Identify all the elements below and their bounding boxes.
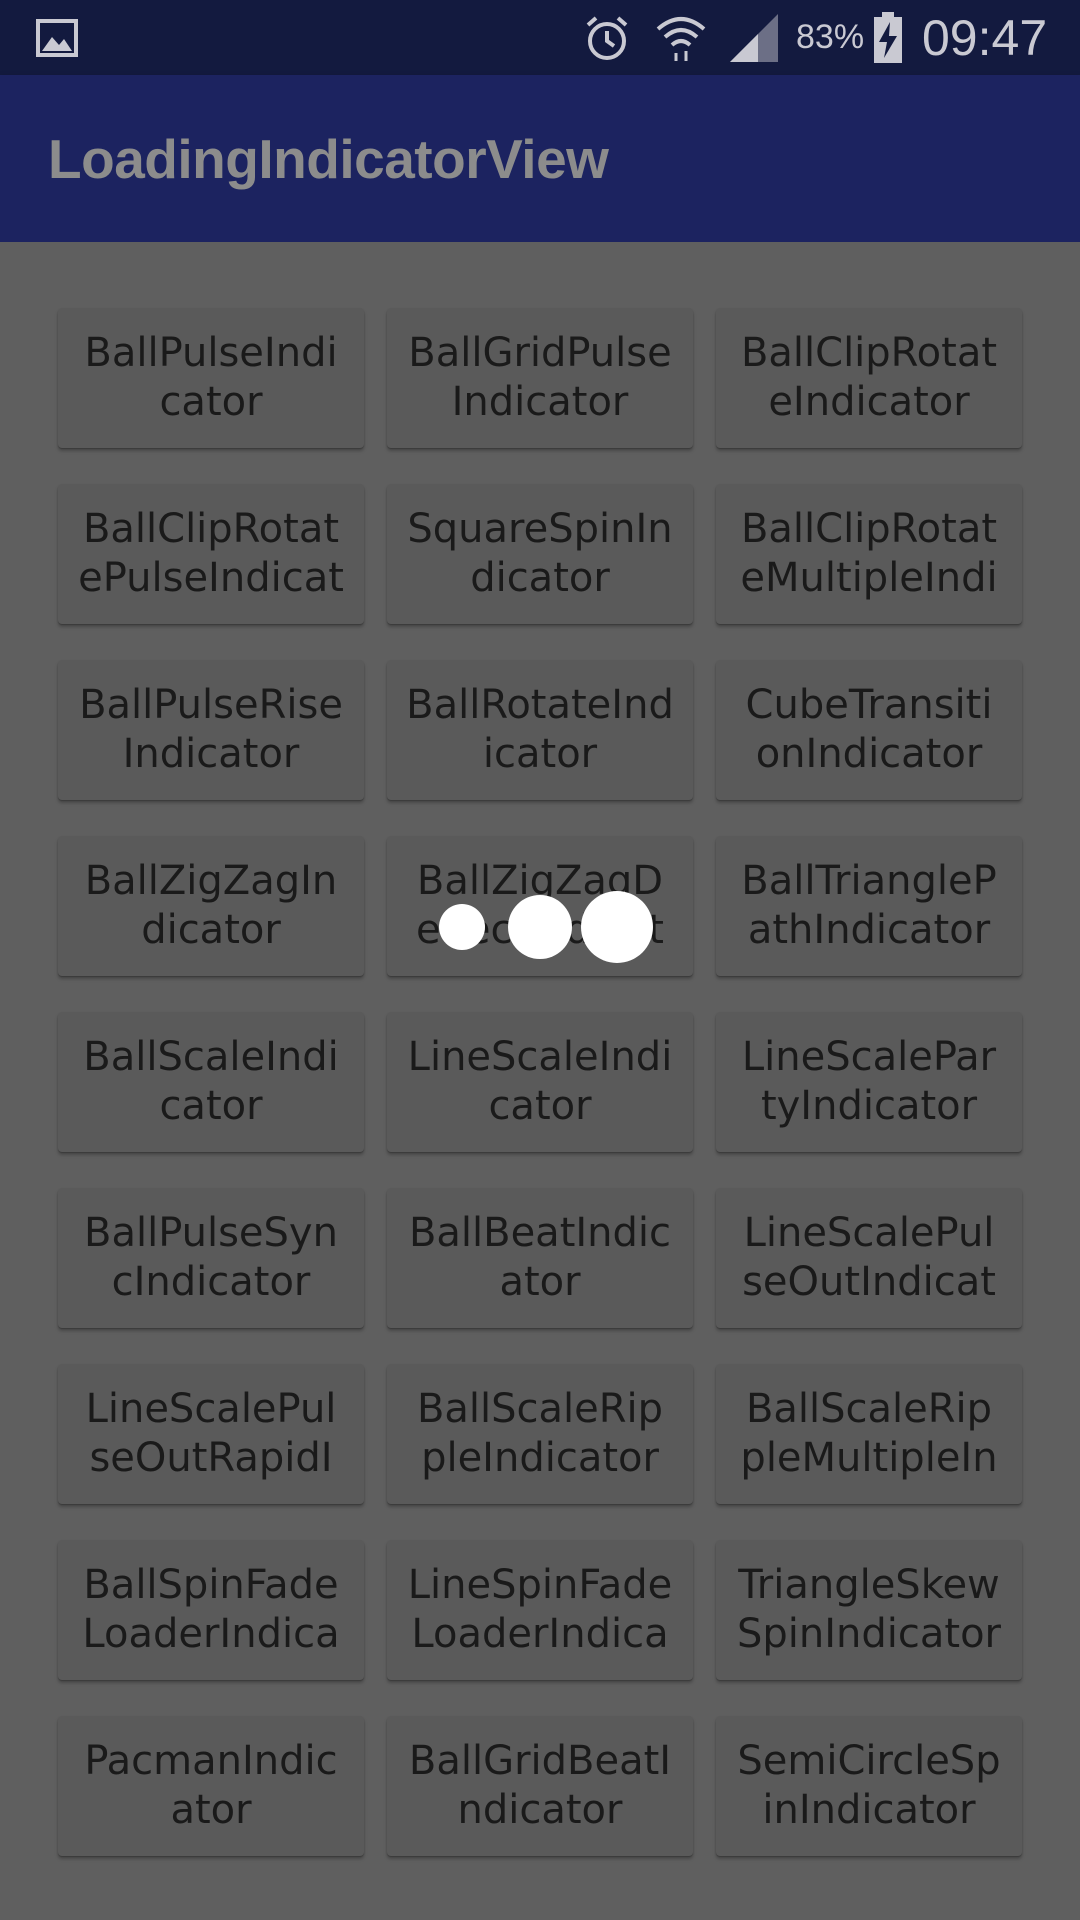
indicator-button[interactable]: CubeTransitionIndicator: [716, 660, 1022, 800]
gallery-notification-icon: [36, 0, 78, 75]
indicator-button-label: BallRotateIndicator: [406, 682, 674, 777]
indicator-button-label: LineScalePulseOutRapidIndicator: [85, 1386, 337, 1481]
alarm-icon: [582, 0, 632, 75]
indicator-list[interactable]: BallPulseIndicator BallGridPulseIndicator…: [0, 242, 1080, 1920]
indicator-grid: BallPulseIndicator BallGridPulseIndicator…: [58, 308, 1022, 1856]
indicator-button[interactable]: BallZigZagIndicator: [58, 836, 364, 976]
indicator-button-label: CubeTransitionIndicator: [745, 682, 993, 777]
indicator-button[interactable]: BallTrianglePathIndicator: [716, 836, 1022, 976]
indicator-button-label: TriangleSkewSpinIndicator: [736, 1562, 1001, 1657]
status-time: 09:47: [922, 9, 1048, 66]
indicator-button[interactable]: BallSpinFadeLoaderIndicator: [58, 1540, 364, 1680]
indicator-button[interactable]: SquareSpinIndicator: [387, 484, 693, 624]
indicator-button[interactable]: LineSpinFadeLoaderIndicator: [387, 1540, 693, 1680]
indicator-button-label: PacmanIndicator: [84, 1738, 338, 1833]
indicator-button-label: BallGridBeatIndicator: [408, 1738, 672, 1833]
indicator-button-label: BallClipRotatePulseIndicator: [78, 506, 344, 601]
indicator-button[interactable]: BallClipRotateMultipleIndicator: [716, 484, 1022, 624]
indicator-button[interactable]: LineScalePartyIndicator: [716, 1012, 1022, 1152]
indicator-button-label: BallPulseSyncIndicator: [84, 1210, 338, 1305]
signal-icon: [728, 0, 780, 75]
wifi-icon: [654, 0, 708, 75]
loading-dot: [581, 891, 653, 963]
indicator-button[interactable]: BallPulseRiseIndicator: [58, 660, 364, 800]
indicator-button-label: LineScalePulseOutIndicator: [742, 1210, 996, 1305]
indicator-button-label: SquareSpinIndicator: [407, 506, 673, 601]
indicator-button[interactable]: PacmanIndicator: [58, 1716, 364, 1856]
indicator-button-label: LineScalePartyIndicator: [741, 1034, 997, 1129]
indicator-button[interactable]: BallClipRotatePulseIndicator: [58, 484, 364, 624]
indicator-button[interactable]: BallRotateIndicator: [387, 660, 693, 800]
clock-wrap: 09:47: [922, 0, 1047, 75]
indicator-button-label: BallScaleIndicator: [83, 1034, 339, 1129]
indicator-button-label: LineSpinFadeLoaderIndicator: [407, 1562, 673, 1657]
indicator-button[interactable]: BallGridPulseIndicator: [387, 308, 693, 448]
status-bar: 83% 09:47: [0, 0, 1080, 75]
app-bar: LoadingIndicatorView: [0, 75, 1080, 242]
indicator-button-label: BallScaleRippleMultipleIndicator: [740, 1386, 998, 1481]
indicator-button[interactable]: BallPulseSyncIndicator: [58, 1188, 364, 1328]
indicator-button-label: BallSpinFadeLoaderIndicator: [82, 1562, 340, 1657]
indicator-button-label: SemiCircleSpinIndicator: [737, 1738, 1001, 1833]
indicator-button[interactable]: LineScalePulseOutRapidIndicator: [58, 1364, 364, 1504]
loading-dot: [508, 895, 572, 959]
battery-charging-icon: [872, 0, 904, 75]
indicator-button[interactable]: TriangleSkewSpinIndicator: [716, 1540, 1022, 1680]
indicator-button[interactable]: BallGridBeatIndicator: [387, 1716, 693, 1856]
indicator-button-label: BallPulseRiseIndicator: [79, 682, 343, 777]
indicator-button[interactable]: BallScaleRippleMultipleIndicator: [716, 1364, 1022, 1504]
indicator-button-label: BallClipRotateIndicator: [740, 330, 998, 425]
indicator-button[interactable]: SemiCircleSpinIndicator: [716, 1716, 1022, 1856]
indicator-button[interactable]: BallScaleRippleIndicator: [387, 1364, 693, 1504]
indicator-button[interactable]: BallScaleIndicator: [58, 1012, 364, 1152]
indicator-button[interactable]: LineScalePulseOutIndicator: [716, 1188, 1022, 1328]
loading-dot: [439, 904, 485, 950]
app-title: LoadingIndicatorView: [48, 128, 609, 190]
indicator-button-label: BallClipRotateMultipleIndicator: [740, 506, 998, 601]
battery-percent-wrap: 83%: [796, 0, 864, 75]
indicator-button-label: BallBeatIndicator: [408, 1210, 672, 1305]
indicator-button[interactable]: BallBeatIndicator: [387, 1188, 693, 1328]
indicator-button-label: BallScaleRippleIndicator: [416, 1386, 664, 1481]
loading-indicator: [430, 885, 670, 965]
indicator-button[interactable]: BallClipRotateIndicator: [716, 308, 1022, 448]
indicator-button[interactable]: BallPulseIndicator: [58, 308, 364, 448]
battery-percent: 83%: [796, 18, 865, 56]
indicator-button-label: LineScaleIndicator: [407, 1034, 673, 1129]
indicator-button-label: BallZigZagIndicator: [84, 858, 338, 953]
indicator-button-label: BallPulseIndicator: [84, 330, 338, 425]
indicator-button-label: BallTrianglePathIndicator: [741, 858, 997, 953]
indicator-button[interactable]: LineScaleIndicator: [387, 1012, 693, 1152]
indicator-button-label: BallGridPulseIndicator: [408, 330, 672, 425]
